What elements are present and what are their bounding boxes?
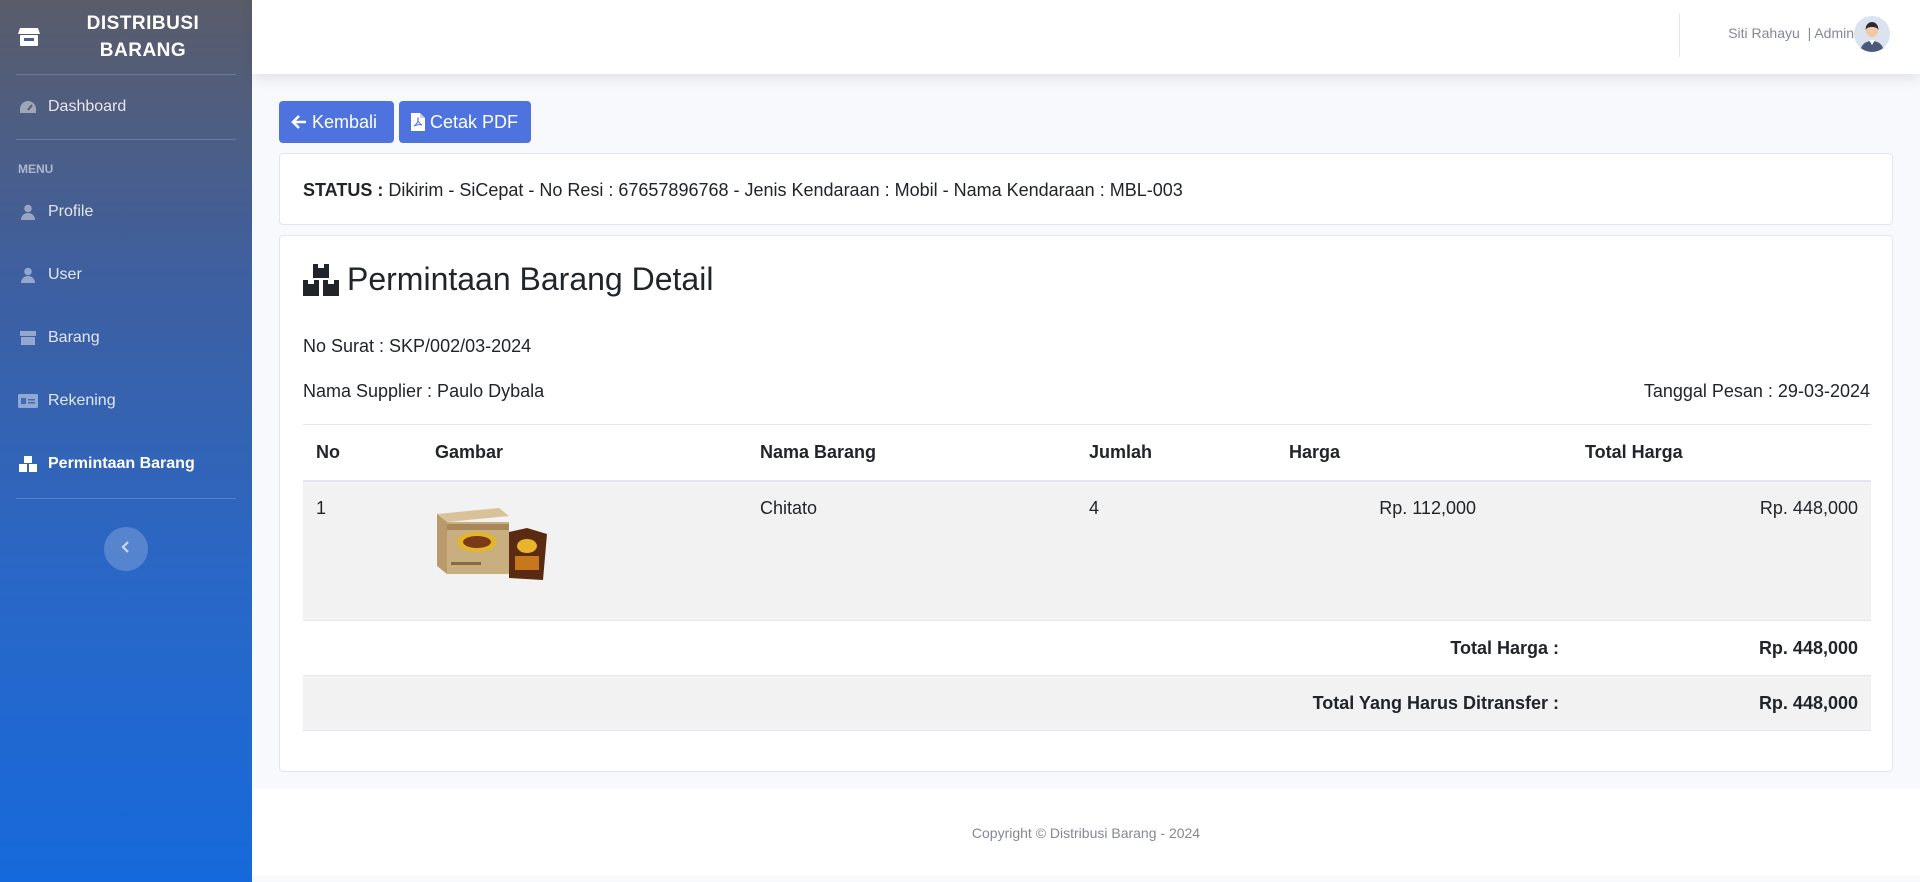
sidebar-item-label: User — [48, 265, 82, 283]
cell-no: 1 — [303, 480, 422, 621]
product-image — [435, 506, 547, 581]
column-header: No — [303, 424, 422, 482]
supplier-name: Nama Supplier : Paulo Dybala — [303, 381, 545, 401]
sidebar-item-profile[interactable]: Profile — [0, 180, 252, 243]
footer: Copyright © Distribusi Barang - 2024 — [252, 788, 1920, 876]
brand-line-2: BARANG — [99, 40, 187, 61]
column-header: Gambar — [422, 424, 747, 482]
sidebar-item-barang[interactable]: Barang — [0, 306, 252, 369]
tachometer-icon — [18, 99, 38, 115]
transfer-label: Total Yang Harus Ditransfer : — [303, 675, 1572, 731]
transfer-value: Rp. 448,000 — [1572, 675, 1871, 731]
total-value: Rp. 448,000 — [1572, 620, 1871, 676]
transfer-row: Total Yang Harus Ditransfer : Rp. 448,00… — [303, 675, 1871, 731]
sidebar-item-dashboard[interactable]: Dashboard — [0, 75, 252, 139]
back-button[interactable]: Kembali — [279, 101, 394, 143]
sidebar-toggle-button[interactable] — [104, 527, 148, 571]
cell-image — [422, 480, 747, 621]
user-dropdown[interactable]: Siti Rahayu | Admin — [1728, 25, 1854, 41]
chevron-left-icon — [121, 540, 131, 558]
boxes-icon — [18, 455, 38, 472]
cell-item-name: Chitato — [747, 480, 1076, 621]
status-card: STATUS : Dikirim - SiCepat - No Resi : 6… — [279, 153, 1893, 225]
print-pdf-button[interactable]: Cetak PDF — [399, 101, 531, 143]
boxes-icon — [303, 263, 339, 296]
total-label: Total Harga : — [303, 620, 1572, 676]
user-name: Siti Rahayu — [1728, 25, 1800, 41]
cell-quantity: 4 — [1076, 480, 1276, 621]
page-title: Permintaan Barang Detail — [303, 261, 713, 298]
sidebar-item-label: Permintaan Barang — [48, 454, 195, 472]
table-header-row: No Gambar Nama Barang Jumlah Harga Total… — [303, 424, 1871, 482]
brand-line-1: DISTRIBUSI — [86, 13, 200, 34]
no-surat: No Surat : SKP/002/03-2024 — [303, 336, 532, 356]
sidebar-item-permintaan-barang[interactable]: Permintaan Barang — [0, 432, 252, 495]
cell-price: Rp. 112,000 — [1276, 480, 1572, 621]
sidebar-divider — [16, 498, 236, 499]
total-row: Total Harga : Rp. 448,000 — [303, 620, 1871, 676]
topbar: Siti Rahayu | Admin — [252, 0, 1920, 74]
column-header: Total Harga — [1572, 424, 1871, 482]
column-header: Jumlah — [1076, 424, 1276, 482]
sidebar: DISTRIBUSI BARANG Dashboard MENU Profile… — [0, 0, 252, 882]
box-icon — [18, 330, 38, 346]
avatar[interactable] — [1854, 16, 1890, 52]
order-date: Tanggal Pesan : 29-03-2024 — [1643, 381, 1870, 401]
sidebar-brand[interactable]: DISTRIBUSI BARANG — [0, 0, 252, 74]
sidebar-heading: MENU — [18, 162, 54, 176]
back-button-label: Kembali — [312, 111, 378, 132]
sidebar-item-label: Rekening — [48, 391, 116, 409]
file-pdf-icon — [411, 113, 425, 131]
user-icon — [18, 204, 38, 220]
status-line: STATUS : Dikirim - SiCepat - No Resi : 6… — [303, 180, 1183, 201]
sidebar-item-label: Dashboard — [48, 98, 127, 115]
copyright-text: Copyright © Distribusi Barang - 2024 — [971, 825, 1201, 841]
cell-total: Rp. 448,000 — [1572, 480, 1871, 621]
status-value: Dikirim - SiCepat - No Resi : 6765789676… — [388, 180, 1183, 200]
status-label: STATUS : — [303, 180, 384, 200]
sidebar-item-label: Barang — [48, 328, 100, 346]
topbar-divider — [1679, 13, 1680, 57]
sidebar-item-rekening[interactable]: Rekening — [0, 369, 252, 432]
user-role: | Admin — [1807, 25, 1854, 41]
user-icon — [18, 267, 38, 283]
sidebar-item-label: Profile — [48, 202, 94, 220]
arrow-left-icon — [291, 115, 306, 129]
table-row: 1 Chitato 4 Rp. 112,000 Rp. 448,000 — [303, 480, 1871, 621]
detail-card: Permintaan Barang Detail No Surat : SKP/… — [279, 235, 1893, 772]
print-pdf-label: Cetak PDF — [430, 111, 519, 132]
store-icon — [16, 26, 42, 48]
column-header: Harga — [1276, 424, 1572, 482]
column-header: Nama Barang — [747, 424, 1076, 482]
page-title-text: Permintaan Barang Detail — [347, 261, 714, 297]
items-table: No Gambar Nama Barang Jumlah Harga Total… — [303, 424, 1871, 731]
sidebar-item-user[interactable]: User — [0, 243, 252, 306]
id-card-icon — [18, 393, 38, 409]
